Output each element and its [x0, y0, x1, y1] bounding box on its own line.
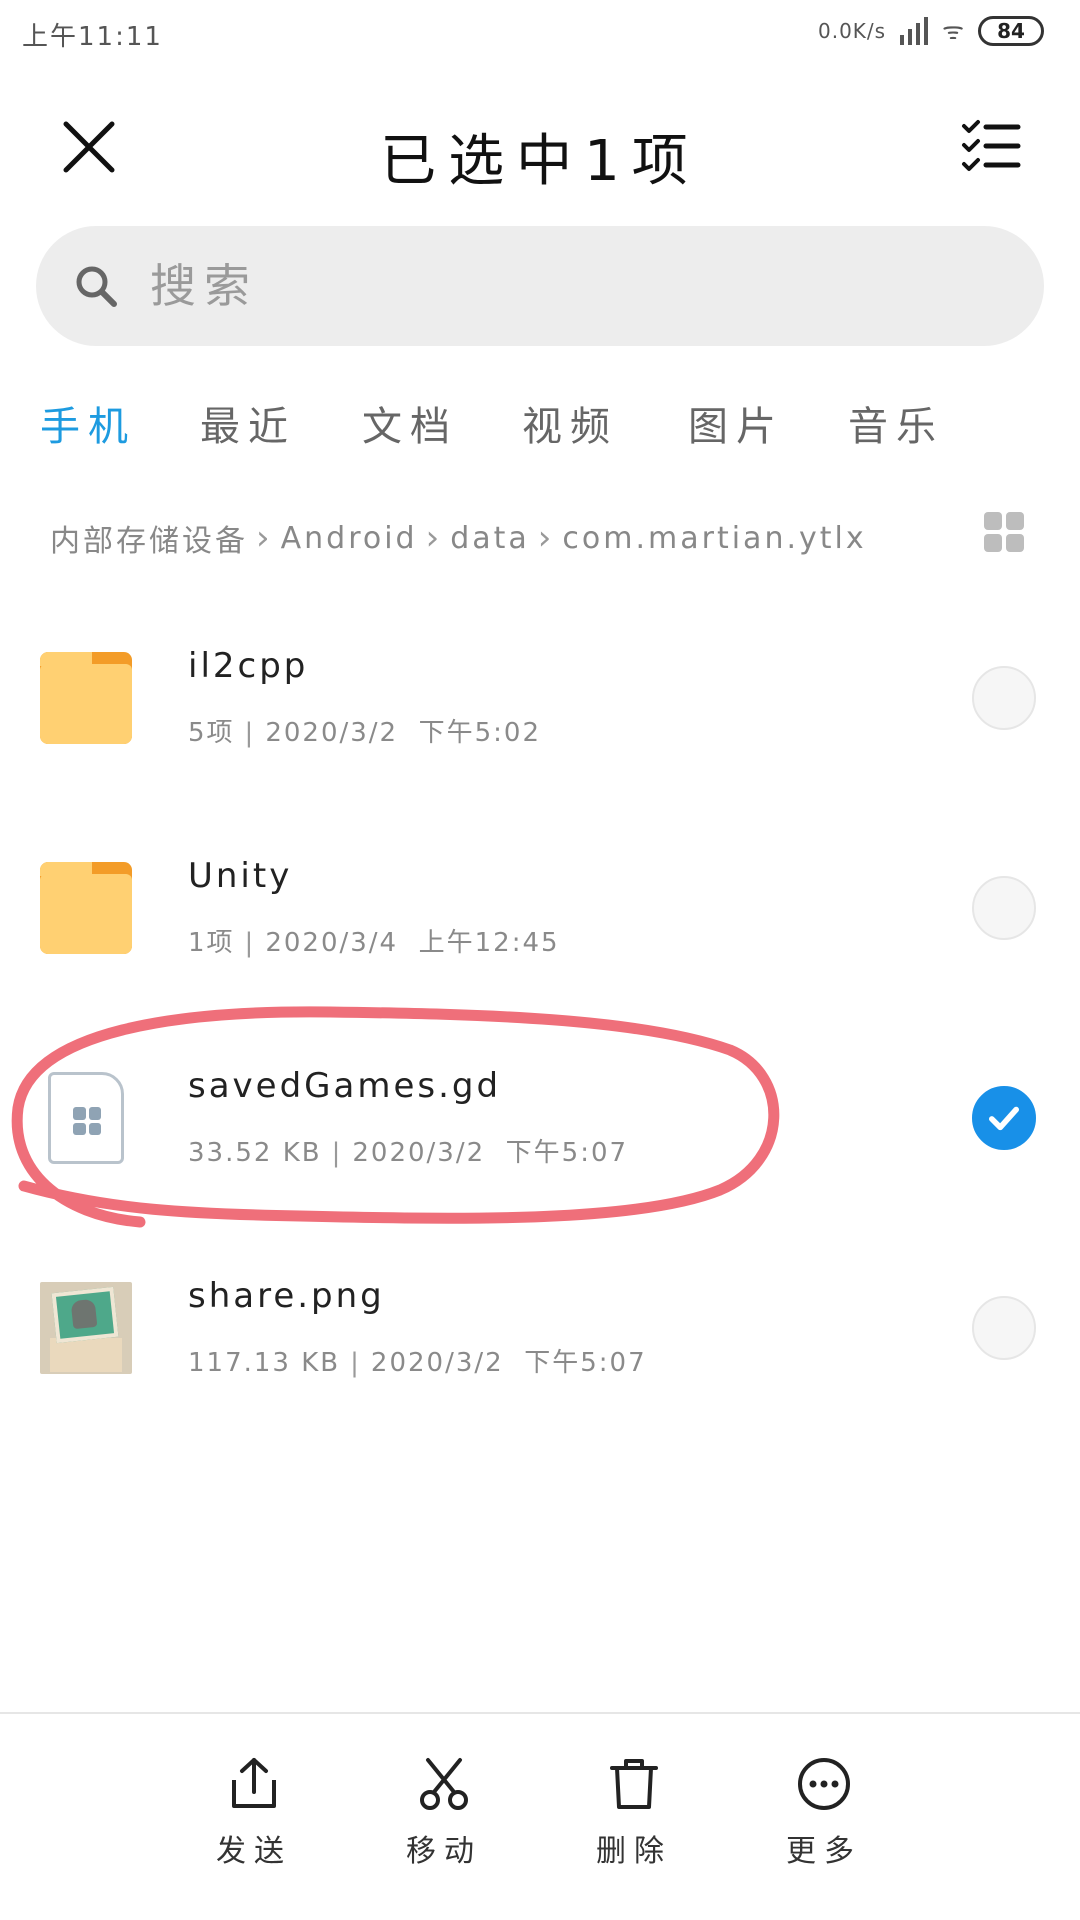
move-label: 移动	[406, 1834, 482, 1869]
share-icon	[232, 1758, 276, 1808]
status-time: 上午11:11	[22, 22, 163, 52]
delete-label: 删除	[596, 1834, 672, 1869]
grid-view-button[interactable]	[984, 512, 1024, 552]
delete-button[interactable]: 删除	[574, 1756, 694, 1896]
file-meta: 5项 | 2020/3/2 下午5:02	[188, 718, 542, 748]
category-tabs: 手机 最近 文档 视频 图片 音乐	[0, 360, 1080, 476]
move-button[interactable]: 移动	[384, 1756, 504, 1896]
tab-images[interactable]: 图片	[688, 394, 784, 452]
tab-music[interactable]: 音乐	[848, 394, 944, 452]
chevron-right-icon: ›	[537, 518, 555, 558]
more-icon	[798, 1758, 850, 1810]
search-icon	[76, 266, 117, 307]
status-bar: 上午11:11 0.0K/s ᯤ 84	[0, 0, 1080, 66]
more-label: 更多	[786, 1834, 862, 1869]
image-thumbnail-icon	[40, 1282, 132, 1374]
send-label: 发送	[216, 1834, 292, 1869]
battery-icon: 84	[978, 15, 1044, 46]
bottom-action-bar: 发送 移动 删除 更多	[0, 1712, 1080, 1920]
breadcrumb-item-storage[interactable]: 内部存储设备	[50, 516, 248, 560]
chevron-right-icon: ›	[425, 518, 443, 558]
document-icon	[48, 1072, 124, 1164]
trash-icon	[610, 1759, 658, 1809]
select-checkbox[interactable]	[972, 876, 1036, 940]
more-button[interactable]: 更多	[764, 1756, 884, 1896]
select-checkbox[interactable]	[972, 1296, 1036, 1360]
tab-phone[interactable]: 手机	[40, 394, 136, 452]
file-row[interactable]: Unity 1项 | 2020/3/4 上午12:45	[0, 838, 1080, 1018]
file-name: Unity	[188, 856, 293, 896]
breadcrumb-item-android[interactable]: Android	[281, 521, 418, 556]
file-meta: 117.13 KB | 2020/3/2 下午5:07	[188, 1348, 647, 1378]
tab-videos[interactable]: 视频	[522, 394, 618, 452]
grid-view-icon	[984, 512, 1002, 530]
file-name: savedGames.gd	[188, 1066, 502, 1106]
tab-recent[interactable]: 最近	[200, 394, 296, 452]
checkmark-icon	[989, 1106, 1019, 1131]
battery-level: 84	[997, 18, 1025, 43]
select-all-button[interactable]	[960, 118, 1022, 176]
search-input[interactable]	[150, 250, 970, 322]
breadcrumb-item-package[interactable]: com.martian.ytlx	[562, 521, 866, 556]
status-indicators: 0.0K/s ᯤ 84	[818, 14, 1044, 47]
file-row[interactable]: il2cpp 5项 | 2020/3/2 下午5:02	[0, 628, 1080, 808]
file-name: share.png	[188, 1276, 385, 1316]
file-row[interactable]: share.png 117.13 KB | 2020/3/2 下午5:07	[0, 1258, 1080, 1438]
tab-documents[interactable]: 文档	[362, 394, 458, 452]
selection-header: 已选中1项	[0, 96, 1080, 200]
send-button[interactable]: 发送	[194, 1756, 314, 1896]
file-meta: 33.52 KB | 2020/3/2 下午5:07	[188, 1138, 629, 1168]
page-title: 已选中1项	[380, 129, 700, 194]
select-checkbox-checked[interactable]	[972, 1086, 1036, 1150]
signal-icon	[900, 16, 929, 45]
breadcrumb-item-data[interactable]: data	[450, 521, 530, 556]
folder-icon	[40, 862, 132, 954]
scissors-icon	[420, 1758, 468, 1810]
search-bar[interactable]	[36, 226, 1044, 346]
chevron-right-icon: ›	[256, 518, 273, 558]
network-speed: 0.0K/s	[817, 18, 887, 43]
folder-icon	[40, 652, 132, 744]
checklist-icon	[962, 120, 1021, 171]
file-row[interactable]: savedGames.gd 33.52 KB | 2020/3/2 下午5:07	[0, 1048, 1080, 1228]
select-checkbox[interactable]	[972, 666, 1036, 730]
wifi-icon: ᯤ	[942, 17, 964, 45]
file-meta: 1项 | 2020/3/4 上午12:45	[188, 928, 560, 958]
tabs-fade-overlay	[940, 360, 1080, 476]
file-name: il2cpp	[188, 646, 309, 686]
breadcrumb: 内部存储设备 › Android › data › com.martian.yt…	[50, 508, 930, 568]
